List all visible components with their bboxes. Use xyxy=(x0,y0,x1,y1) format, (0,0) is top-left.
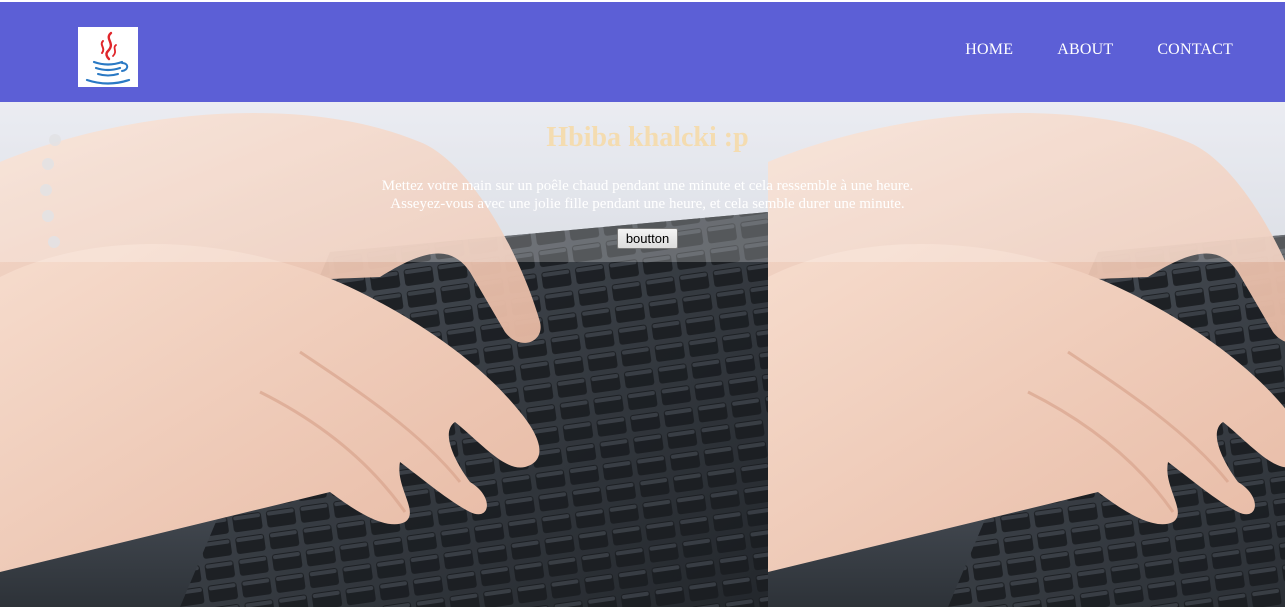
nav-about-link[interactable]: ABOUT xyxy=(1057,41,1113,59)
hero-title: Hbiba khalcki :p xyxy=(546,122,749,153)
java-cup-icon xyxy=(85,31,131,85)
navbar: HOME ABOUT CONTACT xyxy=(0,2,1285,102)
hero-text-line-1: Mettez votre main sur un poêle chaud pen… xyxy=(381,178,914,194)
nav-contact-link[interactable]: CONTACT xyxy=(1157,41,1233,59)
main-nav: HOME ABOUT CONTACT xyxy=(965,41,1233,59)
page: HOME ABOUT CONTACT Hbiba khalcki:p Mett… xyxy=(0,0,1285,607)
hero-text: Mettez votre main sur un poêle chaud pen… xyxy=(0,177,1285,213)
logo[interactable] xyxy=(78,27,138,87)
hero-text-line-2: Asseyez-vous avec une jolie fille pendan… xyxy=(390,196,905,212)
nav-home-link[interactable]: HOME xyxy=(965,41,1013,59)
hero-button[interactable]: boutton xyxy=(617,228,678,249)
